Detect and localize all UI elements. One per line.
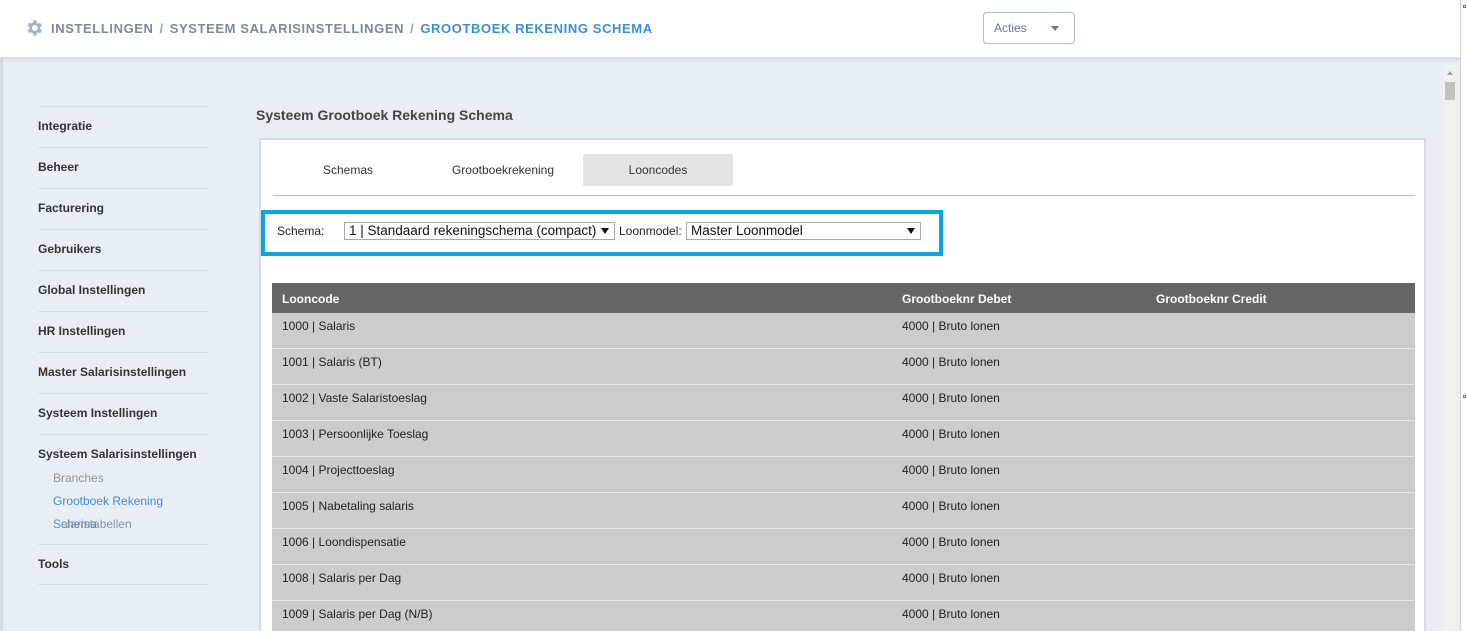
debet-cell: 4000 | Bruto lonen bbox=[902, 391, 1000, 405]
sidebar-item-hr-instellingen[interactable]: HR Instellingen bbox=[38, 311, 208, 352]
sidebar-item-gebruikers[interactable]: Gebruikers bbox=[38, 229, 208, 270]
looncode-cell: 1000 | Salaris bbox=[282, 319, 356, 333]
sidebar-sublist: Branches Grootboek Rekening Schema Salar… bbox=[38, 467, 208, 536]
sidebar-item-beheer[interactable]: Beheer bbox=[38, 147, 208, 188]
looncode-cell: 1002 | Vaste Salaristoeslag bbox=[282, 391, 427, 405]
looncode-cell: 1004 | Projecttoeslag bbox=[282, 463, 395, 477]
debet-cell: 4000 | Bruto lonen bbox=[902, 355, 1000, 369]
left-accent-bar bbox=[0, 0, 3, 631]
looncode-cell: 1006 | Loondispensatie bbox=[282, 535, 406, 549]
column-header-debet[interactable]: Grootboeknr Debet bbox=[902, 292, 1011, 306]
debet-cell: 4000 | Bruto lonen bbox=[902, 499, 1000, 513]
debet-cell: 4000 | Bruto lonen bbox=[902, 571, 1000, 585]
settings-sidebar: Integratie Beheer Facturering Gebruikers… bbox=[38, 106, 208, 585]
loonmodel-label: Loonmodel: bbox=[619, 224, 682, 238]
sidebar-subitem-grootboek-rekening-schema[interactable]: Grootboek Rekening Schema bbox=[38, 490, 208, 531]
scroll-up-icon[interactable] bbox=[1447, 71, 1453, 75]
sidebar-item-systeem-salarisinstellingen: Systeem Salarisinstellingen Branches Gro… bbox=[38, 434, 208, 544]
debet-cell: 4000 | Bruto lonen bbox=[902, 607, 1000, 621]
tab-grootboekrekening[interactable]: Grootboekrekening bbox=[428, 154, 578, 186]
table-body: 1000 | Salaris 4000 | Bruto lonen 1001 | S… bbox=[272, 313, 1415, 631]
table-row[interactable]: 1000 | Salaris 4000 | Bruto lonen bbox=[272, 313, 1415, 349]
breadcrumb-instellingen[interactable]: INSTELLINGEN bbox=[51, 21, 154, 36]
sidebar-item-global-instellingen[interactable]: Global Instellingen bbox=[38, 270, 208, 311]
column-header-credit[interactable]: Grootboeknr Credit bbox=[1156, 292, 1267, 306]
resize-handle-icon[interactable] bbox=[1463, 395, 1466, 398]
sidebar-item-facturering[interactable]: Facturering bbox=[38, 188, 208, 229]
tab-looncodes[interactable]: Looncodes bbox=[583, 154, 733, 186]
window-edge bbox=[1460, 0, 1467, 631]
loonmodel-select-value: Master Loonmodel bbox=[691, 223, 803, 238]
resize-handle-icon[interactable] bbox=[1463, 5, 1466, 8]
sidebar-group-label[interactable]: Systeem Salarisinstellingen bbox=[38, 447, 208, 461]
debet-cell: 4000 | Bruto lonen bbox=[902, 535, 1000, 549]
sidebar-item-tools[interactable]: Tools bbox=[38, 544, 208, 585]
scroll-thumb[interactable] bbox=[1445, 82, 1455, 100]
tab-schemas[interactable]: Schemas bbox=[273, 154, 423, 186]
sidebar-item-systeem-instellingen[interactable]: Systeem Instellingen bbox=[38, 393, 208, 434]
chevron-down-icon bbox=[1051, 26, 1059, 31]
sidebar-subitem-branches[interactable]: Branches bbox=[38, 467, 208, 490]
content-panel: Schemas Grootboekrekening Looncodes Sche… bbox=[259, 138, 1426, 631]
sidebar-item-integratie[interactable]: Integratie bbox=[38, 106, 208, 147]
page-title: Systeem Grootboek Rekening Schema bbox=[256, 107, 513, 123]
schema-label: Schema: bbox=[277, 224, 325, 238]
column-header-looncode[interactable]: Looncode bbox=[282, 292, 339, 306]
tab-divider bbox=[273, 195, 1415, 196]
top-header: INSTELLINGEN / SYSTEEM SALARISINSTELLING… bbox=[0, 0, 1460, 58]
table-header: Looncode Grootboeknr Debet Grootboeknr C… bbox=[272, 283, 1415, 313]
debet-cell: 4000 | Bruto lonen bbox=[902, 463, 1000, 477]
breadcrumb-separator: / bbox=[410, 20, 415, 36]
sidebar-subitem-salaristabellen[interactable]: Salaristabellen bbox=[38, 513, 208, 536]
table-row[interactable]: 1001 | Salaris (BT) 4000 | Bruto lonen bbox=[272, 349, 1415, 385]
debet-cell: 4000 | Bruto lonen bbox=[902, 427, 1000, 441]
filter-bar: Schema: 1 | Standaard rekeningschema (co… bbox=[261, 210, 943, 256]
table-row[interactable]: 1003 | Persoonlijke Toeslag 4000 | Bruto … bbox=[272, 421, 1415, 457]
table-row[interactable]: 1005 | Nabetaling salaris 4000 | Bruto lo… bbox=[272, 493, 1415, 529]
schema-select[interactable]: 1 | Standaard rekeningschema (compact) bbox=[344, 222, 615, 240]
table-row[interactable]: 1008 | Salaris per Dag 4000 | Bruto lonen bbox=[272, 565, 1415, 601]
breadcrumb-systeem-salarisinstellingen[interactable]: SYSTEEM SALARISINSTELLINGEN bbox=[170, 21, 404, 36]
sidebar-item-master-salarisinstellingen[interactable]: Master Salarisinstellingen bbox=[38, 352, 208, 393]
debet-cell: 4000 | Bruto lonen bbox=[902, 319, 1000, 333]
breadcrumb-current: GROOTBOEK REKENING SCHEMA bbox=[420, 20, 653, 36]
schema-select-value: 1 | Standaard rekeningschema (compact) bbox=[349, 223, 597, 238]
looncode-cell: 1008 | Salaris per Dag bbox=[282, 571, 402, 585]
chevron-down-icon bbox=[601, 228, 609, 234]
table-row[interactable]: 1004 | Projecttoeslag 4000 | Bruto lonen bbox=[272, 457, 1415, 493]
actions-label: Acties bbox=[994, 21, 1027, 35]
breadcrumb: INSTELLINGEN / SYSTEEM SALARISINSTELLING… bbox=[24, 18, 653, 38]
table-row[interactable]: 1009 | Salaris per Dag (N/B) 4000 | Bruto… bbox=[272, 601, 1415, 631]
breadcrumb-separator: / bbox=[159, 20, 164, 36]
loonmodel-select[interactable]: Master Loonmodel bbox=[686, 222, 921, 240]
table-row[interactable]: 1002 | Vaste Salaristoeslag 4000 | Bruto … bbox=[272, 385, 1415, 421]
vertical-scrollbar[interactable] bbox=[1443, 65, 1457, 631]
looncode-cell: 1005 | Nabetaling salaris bbox=[282, 499, 414, 513]
table-row[interactable]: 1006 | Loondispensatie 4000 | Bruto lonen bbox=[272, 529, 1415, 565]
looncode-cell: 1003 | Persoonlijke Toeslag bbox=[282, 427, 429, 441]
gear-icon bbox=[27, 20, 42, 36]
tab-bar: Schemas Grootboekrekening Looncodes bbox=[273, 154, 738, 186]
looncode-cell: 1009 | Salaris per Dag (N/B) bbox=[282, 607, 433, 621]
looncodes-table: Looncode Grootboeknr Debet Grootboeknr C… bbox=[272, 283, 1415, 631]
actions-dropdown[interactable]: Acties bbox=[983, 12, 1075, 44]
chevron-down-icon bbox=[907, 228, 915, 234]
looncode-cell: 1001 | Salaris (BT) bbox=[282, 355, 382, 369]
